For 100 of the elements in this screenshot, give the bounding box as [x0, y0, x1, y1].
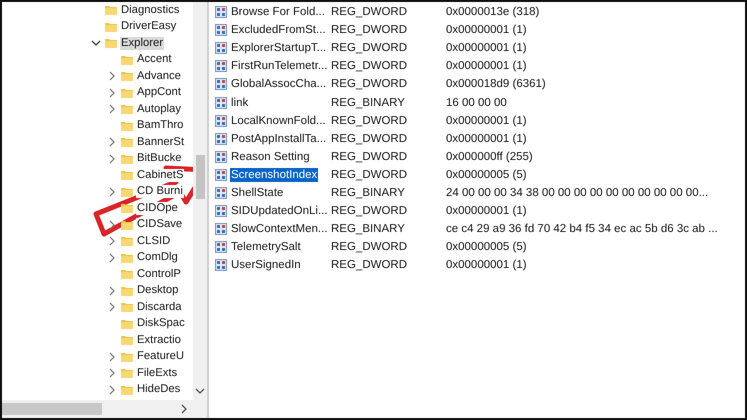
- value-type: REG_DWORD: [331, 241, 408, 254]
- folder-icon: [121, 301, 133, 314]
- scroll-right-icon[interactable]: [181, 404, 187, 414]
- value-data: 0x00000001 (1): [446, 205, 527, 218]
- binary-value-icon: [215, 78, 227, 90]
- folder-icon: [121, 136, 133, 148]
- value-name[interactable]: Browse For Fold...: [230, 5, 326, 20]
- value-data: 0x00000001 (1): [446, 60, 527, 72]
- folder-icon: [121, 120, 133, 132]
- binary-value-icon: [215, 205, 227, 218]
- tree-item[interactable]: AppCont: [136, 86, 182, 100]
- folder-icon: [121, 54, 133, 66]
- value-name[interactable]: ScreenshotIndex: [230, 168, 318, 182]
- binary-value-icon: [215, 223, 227, 236]
- value-name[interactable]: FirstRunTelemetr...: [230, 59, 328, 74]
- value-type: REG_DWORD: [331, 42, 408, 54]
- folder-icon: [105, 37, 117, 50]
- binary-value-icon: [215, 150, 227, 163]
- value-name[interactable]: ExcludedFromSt...: [230, 23, 327, 38]
- folder-icon: [121, 350, 133, 363]
- tree-item[interactable]: DiskSpac: [136, 317, 186, 330]
- value-type: REG_BINARY: [331, 96, 406, 109]
- value-type: REG_BINARY: [331, 186, 406, 199]
- binary-value-icon: [215, 132, 227, 145]
- value-data: 0x00000001 (1): [446, 132, 527, 145]
- folder-icon: [121, 169, 133, 182]
- tree-item[interactable]: Explorer: [120, 36, 164, 50]
- folder-icon: [121, 103, 133, 116]
- folder-icon: [121, 284, 133, 297]
- tree-item[interactable]: DriverEasy: [120, 20, 178, 34]
- value-type: REG_DWORD: [331, 24, 408, 36]
- folder-icon: [121, 334, 133, 346]
- value-name[interactable]: GlobalAssocCha...: [230, 77, 328, 92]
- value-data: 0x000000ff (255): [446, 150, 533, 163]
- tree-item[interactable]: CD Burni: [136, 185, 184, 198]
- tree-item[interactable]: CIDOpe: [136, 202, 179, 215]
- value-name[interactable]: Reason Setting: [230, 150, 311, 164]
- value-type: REG_DWORD: [331, 168, 408, 181]
- folder-icon: [121, 235, 133, 248]
- value-name[interactable]: UserSignedIn: [230, 258, 302, 272]
- folder-icon: [121, 152, 133, 165]
- value-name[interactable]: SlowContextMen...: [230, 222, 329, 236]
- binary-value-icon: [215, 24, 227, 36]
- folder-icon: [121, 384, 133, 396]
- value-type: REG_DWORD: [331, 6, 408, 18]
- binary-value-icon: [215, 168, 227, 181]
- folder-icon: [121, 252, 133, 264]
- binary-value-icon: [215, 186, 227, 199]
- folder-icon: [121, 186, 133, 198]
- binary-value-icon: [215, 6, 227, 18]
- value-name[interactable]: PostAppInstallTa...: [230, 132, 328, 146]
- value-name[interactable]: LocalKnownFold...: [230, 114, 327, 128]
- value-name[interactable]: TelemetrySalt: [230, 240, 302, 254]
- tree-item[interactable]: Autoplay: [136, 102, 182, 116]
- folder-icon: [121, 70, 133, 82]
- value-name[interactable]: SIDUpdatedOnLi...: [230, 204, 329, 218]
- scroll-down-icon[interactable]: [195, 388, 205, 394]
- value-data: 0x00000001 (1): [446, 42, 527, 54]
- value-data: 16 00 00 00: [446, 96, 507, 109]
- binary-value-icon: [215, 241, 227, 254]
- value-name[interactable]: link: [230, 96, 250, 110]
- binary-value-icon: [215, 114, 227, 127]
- value-data: 0x00000001 (1): [446, 114, 527, 127]
- binary-value-icon: [215, 42, 227, 54]
- value-data: ce c4 29 a9 36 fd 70 42 b4 f5 34 ec ac 5b d6 3c ab ...: [446, 223, 718, 236]
- value-type: REG_DWORD: [331, 78, 408, 90]
- value-data: 0x00000001 (1): [446, 24, 527, 36]
- folder-icon: [105, 4, 117, 16]
- value-type: REG_DWORD: [331, 259, 408, 272]
- folder-icon: [121, 318, 133, 330]
- value-data: 0x00000005 (5): [446, 241, 527, 254]
- scrollbar-thumb[interactable]: [2, 403, 102, 415]
- folder-icon: [121, 268, 133, 280]
- tree-item[interactable]: Diagnostics: [120, 4, 180, 17]
- binary-value-icon: [215, 259, 227, 272]
- vertical-scrollbar[interactable]: [193, 2, 207, 400]
- value-type: REG_DWORD: [331, 132, 408, 145]
- value-type: REG_BINARY: [331, 223, 406, 236]
- value-data: 0x000018d9 (6361): [446, 78, 546, 90]
- binary-value-icon: [215, 60, 227, 72]
- scrollbar-thumb[interactable]: [196, 155, 204, 199]
- tree-item[interactable]: Desktop: [136, 284, 180, 298]
- value-name[interactable]: ShellState: [230, 186, 284, 200]
- binary-value-icon: [215, 96, 227, 109]
- value-type: REG_DWORD: [331, 150, 408, 163]
- value-type: REG_DWORD: [331, 60, 408, 72]
- folder-icon: [105, 20, 117, 33]
- folder-icon: [121, 86, 133, 99]
- folder-icon: [121, 202, 133, 214]
- horizontal-scrollbar[interactable]: [2, 400, 207, 418]
- value-type: REG_DWORD: [331, 114, 408, 127]
- value-data: 0x00000001 (1): [446, 259, 527, 272]
- value-type: REG_DWORD: [331, 205, 408, 218]
- tree-item[interactable]: ComDlg: [136, 251, 179, 264]
- tree-item[interactable]: CabinetS: [136, 168, 184, 182]
- folder-icon: [121, 367, 133, 380]
- value-data: 0x00000005 (5): [446, 168, 527, 181]
- value-name[interactable]: ExplorerStartupT...: [230, 41, 328, 56]
- value-data: 0x0000013e (318): [446, 6, 540, 18]
- value-data: 24 00 00 00 34 38 00 00 00 00 00 00 00 00 00 00...: [446, 186, 708, 199]
